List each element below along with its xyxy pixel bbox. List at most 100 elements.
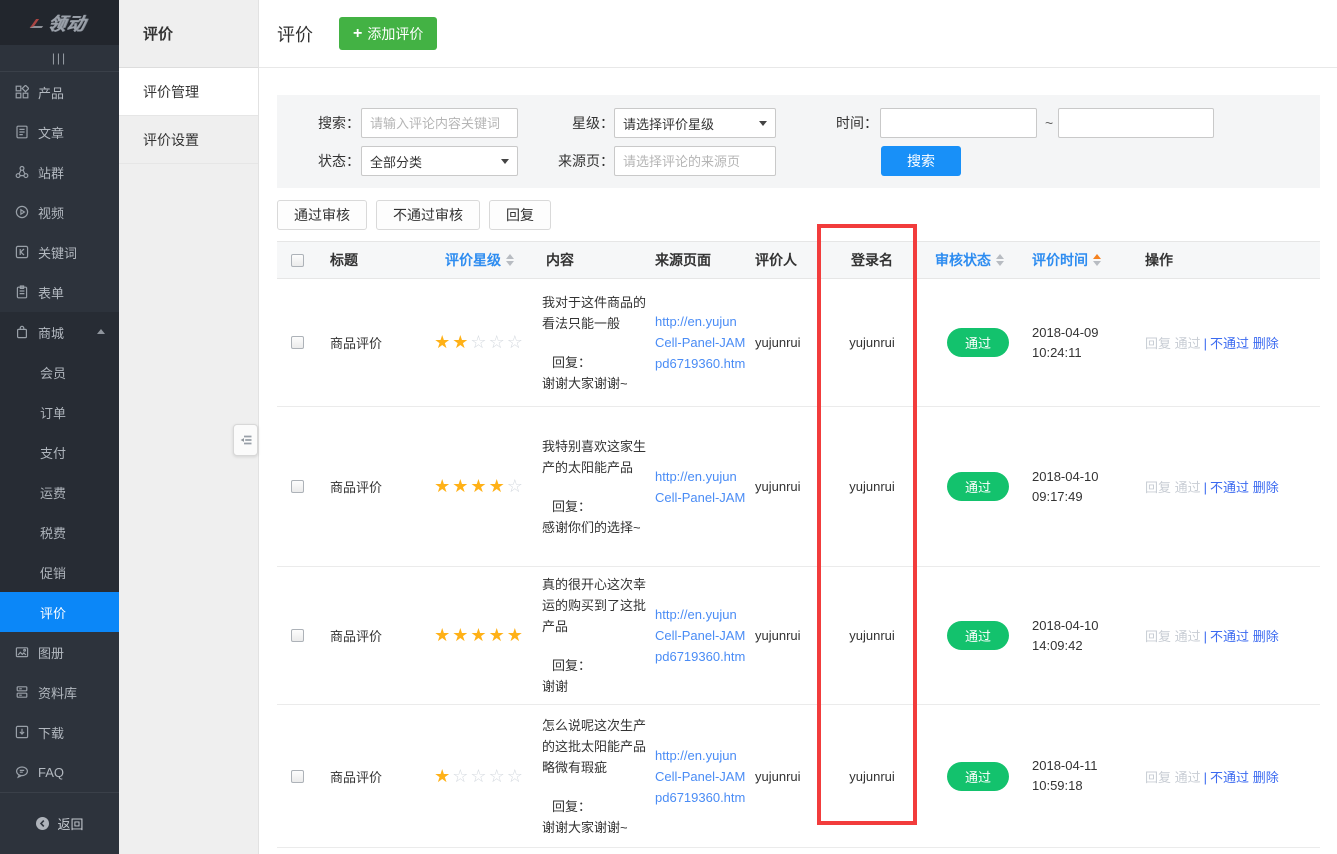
login-name: yujunrui [816, 479, 928, 494]
star-icon: ☆ [470, 766, 488, 787]
op-delete-link[interactable]: 删除 [1253, 770, 1279, 785]
star-icon: ★ [507, 625, 525, 646]
back-button[interactable]: 返回 [0, 792, 119, 854]
sidebar-subitem-members[interactable]: 会员 [0, 352, 119, 392]
sidebar-item-sites[interactable]: 站群 [0, 152, 119, 192]
reject-button[interactable]: 不通过审核 [376, 200, 480, 230]
sidebar-collapse-toggle[interactable]: ||| [0, 45, 119, 72]
logo-band: 领动 [0, 0, 119, 45]
review-time: 2018-04-10 09:17:49 [1028, 467, 1140, 507]
sidebar-item-articles[interactable]: 文章 [0, 112, 119, 152]
collapse-bars-icon: ||| [52, 51, 67, 65]
indent-collapse-icon [239, 433, 253, 447]
sidebar-item-label: 下载 [38, 723, 64, 742]
op-reply-link[interactable]: 回复 [1145, 629, 1171, 644]
page-title: 评价 [277, 21, 313, 47]
time-to-input[interactable] [1058, 108, 1214, 138]
star-icon: ★ [489, 476, 507, 497]
grid-icon [15, 85, 29, 99]
star-icon: ★ [452, 625, 470, 646]
star-icon: ☆ [452, 766, 470, 787]
op-pass-link[interactable]: 通过 [1175, 336, 1201, 351]
search-button[interactable]: 搜索 [881, 146, 961, 176]
star-filter-label: 星级： [572, 108, 614, 138]
row-checkbox[interactable] [291, 629, 304, 642]
header-audit-status-sort[interactable]: 审核状态 [928, 250, 1028, 270]
sidebar-item-faq[interactable]: FAQ [0, 752, 119, 792]
sidebar-subitem-orders[interactable]: 订单 [0, 392, 119, 432]
op-fail-link[interactable]: 不通过 [1210, 480, 1249, 495]
sidebar-item-album[interactable]: 图册 [0, 632, 119, 672]
star-icon: ★ [489, 625, 507, 646]
review-time: 2018-04-10 14:09:42 [1028, 616, 1140, 656]
review-time: 2018-04-11 10:59:18 [1028, 756, 1140, 796]
star-filter-select[interactable]: 请选择评价星级 [614, 108, 776, 138]
library-icon [15, 685, 29, 699]
op-fail-link[interactable]: 不通过 [1210, 770, 1249, 785]
add-review-button[interactable]: + 添加评价 [339, 17, 437, 50]
sidebar-subitem-reviews-active[interactable]: 评价 [0, 592, 119, 632]
op-pass-link[interactable]: 通过 [1175, 480, 1201, 495]
row-operations: 回复 通过|不通过 删除 [1140, 477, 1320, 496]
op-reply-link[interactable]: 回复 [1145, 480, 1171, 495]
sidebar-item-mall[interactable]: 商城 [0, 312, 119, 352]
status-filter-select[interactable]: 全部分类 [361, 146, 518, 176]
reply-button[interactable]: 回复 [489, 200, 551, 230]
select-all-checkbox[interactable] [291, 254, 304, 267]
op-delete-link[interactable]: 删除 [1253, 629, 1279, 644]
sidebar-subitem-payment[interactable]: 支付 [0, 432, 119, 472]
login-name: yujunrui [816, 335, 928, 350]
source-page-link[interactable]: http://en.yujun Cell-Panel-JAM pd6719360… [655, 607, 745, 664]
article-icon [15, 125, 29, 139]
header-operations: 操作 [1140, 250, 1320, 270]
op-fail-link[interactable]: 不通过 [1210, 336, 1249, 351]
header-star-rating-sort[interactable]: 评价星级 [417, 250, 542, 270]
source-page-link[interactable]: http://en.yujun Cell-Panel-JAM pd6719360… [655, 314, 745, 371]
approve-button[interactable]: 通过审核 [277, 200, 367, 230]
form-icon [15, 285, 29, 299]
panel-collapse-button[interactable] [233, 424, 258, 456]
reviewer-name: yujunrui [754, 769, 816, 784]
star-icon: ★ [452, 332, 470, 353]
search-input[interactable] [361, 108, 518, 138]
sidebar-subitem-promotion[interactable]: 促销 [0, 552, 119, 592]
table-header-row: 标题 评价星级 内容 来源页面 评价人 登录名 审核状态 评价时间 操作 [277, 241, 1320, 279]
op-delete-link[interactable]: 删除 [1253, 336, 1279, 351]
source-page-link[interactable]: http://en.yujun Cell-Panel-JAM [655, 469, 745, 505]
op-pass-link[interactable]: 通过 [1175, 770, 1201, 785]
sidebar-item-label: 表单 [38, 283, 64, 302]
time-from-input[interactable] [880, 108, 1037, 138]
sidebar-item-videos[interactable]: 视频 [0, 192, 119, 232]
time-filter-label: 时间： [836, 108, 878, 138]
star-icon: ☆ [507, 476, 525, 497]
sidebar-item-forms[interactable]: 表单 [0, 272, 119, 312]
submenu-item-review-management[interactable]: 评价管理 [119, 68, 258, 116]
header-review-time-sort[interactable]: 评价时间 [1028, 250, 1140, 270]
header-title: 标题 [317, 250, 417, 270]
row-checkbox[interactable] [291, 770, 304, 783]
row-checkbox[interactable] [291, 336, 304, 349]
sidebar-subitem-shipping[interactable]: 运费 [0, 472, 119, 512]
main-content: 评价 + 添加评价 搜索： 星级： 请选择评价星级 时间： ~ 状态： 全部分类… [259, 0, 1337, 854]
sidebar-item-label: FAQ [38, 765, 64, 780]
sidebar-item-download[interactable]: 下载 [0, 712, 119, 752]
op-reply-link[interactable]: 回复 [1145, 770, 1171, 785]
sidebar-item-label: 关键词 [38, 243, 77, 262]
op-reply-link[interactable]: 回复 [1145, 336, 1171, 351]
sidebar-item-keywords[interactable]: 关键词 [0, 232, 119, 272]
submenu-item-review-settings[interactable]: 评价设置 [119, 116, 258, 164]
op-fail-link[interactable]: 不通过 [1210, 629, 1249, 644]
op-pass-link[interactable]: 通过 [1175, 629, 1201, 644]
op-delete-link[interactable]: 删除 [1253, 480, 1279, 495]
sidebar-item-label: 资料库 [38, 683, 77, 702]
source-page-input[interactable] [614, 146, 776, 176]
star-rating: ★★☆☆☆ [417, 332, 542, 353]
source-page-link[interactable]: http://en.yujun Cell-Panel-JAM pd6719360… [655, 748, 745, 805]
sidebar-subitem-tax[interactable]: 税费 [0, 512, 119, 552]
table-row: 商品评价 ★☆☆☆☆ 怎么说呢这次生产的这批太阳能产品略微有瑕疵 回复： 谢谢大… [277, 705, 1320, 848]
sidebar-item-label: 产品 [38, 83, 64, 102]
status-badge: 通过 [947, 328, 1009, 357]
sidebar-item-library[interactable]: 资料库 [0, 672, 119, 712]
row-checkbox[interactable] [291, 480, 304, 493]
sidebar-item-products[interactable]: 产品 [0, 72, 119, 112]
